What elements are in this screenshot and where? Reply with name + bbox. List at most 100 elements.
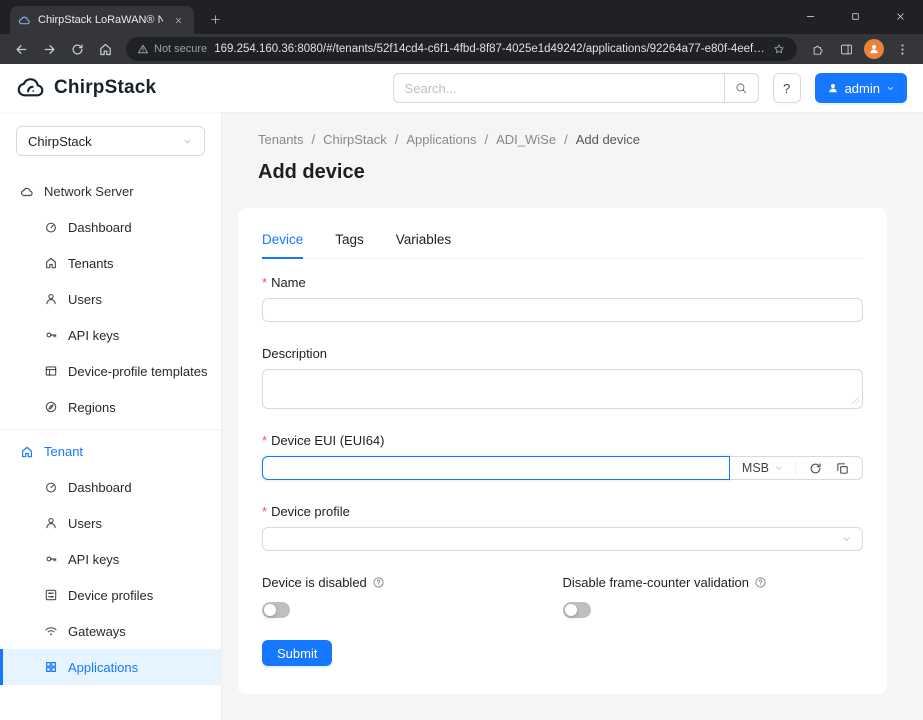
name-input[interactable]: [262, 298, 863, 322]
close-icon: [895, 11, 906, 22]
breadcrumb-chirpstack[interactable]: ChirpStack: [323, 132, 398, 147]
sidebar-item-tenants[interactable]: Tenants: [0, 245, 221, 281]
user-icon: [44, 516, 58, 530]
minimize-button[interactable]: [788, 0, 833, 33]
sidebar-item-tenant-users[interactable]: Users: [0, 505, 221, 541]
tab-tags[interactable]: Tags: [335, 224, 364, 258]
menu-group-network-server[interactable]: Network Server: [0, 174, 221, 209]
template-icon: [44, 364, 58, 378]
submit-button[interactable]: Submit: [262, 640, 332, 666]
dots-vertical-icon: [895, 42, 910, 57]
dashboard-icon: [44, 220, 58, 234]
maximize-button[interactable]: [833, 0, 878, 33]
dev-eui-group: MSB: [262, 456, 863, 480]
admin-menu-button[interactable]: admin: [815, 73, 907, 103]
side-panel-button[interactable]: [833, 36, 859, 62]
new-tab-button[interactable]: [202, 6, 228, 32]
breadcrumb: Tenants ChirpStack Applications ADI_WiSe…: [258, 132, 867, 147]
sidebar-item-ns-dashboard[interactable]: Dashboard: [0, 209, 221, 245]
app-header: ChirpStack ? admin: [0, 64, 923, 112]
question-circle-icon[interactable]: [754, 576, 767, 589]
bookmark-star-button[interactable]: [772, 42, 786, 56]
required-marker: *: [262, 504, 267, 519]
tab-device[interactable]: Device: [262, 224, 303, 258]
profile-avatar[interactable]: [864, 39, 884, 59]
resize-grip-icon[interactable]: [851, 396, 860, 405]
description-label-text: Description: [262, 346, 327, 361]
back-button[interactable]: [8, 36, 34, 62]
add-device-card: Device Tags Variables * Name Des: [238, 208, 887, 694]
chevron-down-icon: [182, 136, 193, 147]
home-icon: [20, 445, 34, 459]
name-field: * Name: [262, 275, 863, 322]
search-icon: [734, 81, 748, 95]
tab-close-button[interactable]: [170, 12, 186, 28]
breadcrumb-adi-wise[interactable]: ADI_WiSe: [496, 132, 568, 147]
key-icon: [44, 552, 58, 566]
breadcrumb-tenants[interactable]: Tenants: [258, 132, 315, 147]
chirpstack-logo[interactable]: ChirpStack: [16, 73, 156, 103]
tab-variables[interactable]: Variables: [396, 224, 451, 258]
sidebar-item-device-profile-templates[interactable]: Device-profile templates: [0, 353, 221, 389]
warning-icon: [137, 43, 149, 55]
help-button[interactable]: ?: [773, 73, 801, 103]
menu-group-tenant[interactable]: Tenant: [0, 434, 221, 469]
dev-eui-label: * Device EUI (EUI64): [262, 433, 863, 448]
search-button[interactable]: [725, 73, 759, 103]
browser-tab[interactable]: ChirpStack LoRaWAN® Netwo: [10, 6, 194, 34]
sidebar-item-tenant-dashboard[interactable]: Dashboard: [0, 469, 221, 505]
close-window-button[interactable]: [878, 0, 923, 33]
switches-row: Device is disabled Disable frame-counter…: [262, 575, 863, 618]
control-icon: [44, 588, 58, 602]
msb-value: MSB: [742, 461, 769, 475]
key-icon: [44, 328, 58, 342]
browser-home-button[interactable]: [92, 36, 118, 62]
toggle-knob: [565, 604, 577, 616]
device-disabled-label-text: Device is disabled: [262, 575, 367, 590]
menu-divider: [0, 429, 221, 430]
sidebar: ChirpStack Network Server Dashboard Tena…: [0, 112, 222, 720]
sidebar-item-applications[interactable]: Applications: [0, 649, 221, 685]
sidebar-item-ns-api-keys[interactable]: API keys: [0, 317, 221, 353]
device-profile-select[interactable]: [262, 527, 863, 551]
dashboard-icon: [44, 480, 58, 494]
sidebar-item-device-profiles[interactable]: Device profiles: [0, 577, 221, 613]
sidebar-item-label: API keys: [68, 328, 119, 343]
sidebar-item-label: Regions: [68, 400, 116, 415]
menu-group-label: Tenant: [44, 444, 83, 459]
description-textarea[interactable]: [262, 369, 863, 409]
extensions-button[interactable]: [805, 36, 831, 62]
sidebar-item-label: Users: [68, 516, 102, 531]
home-icon: [98, 42, 113, 57]
forward-button[interactable]: [36, 36, 62, 62]
dev-eui-label-text: Device EUI (EUI64): [271, 433, 384, 448]
sidebar-item-gateways[interactable]: Gateways: [0, 613, 221, 649]
msb-select[interactable]: MSB: [742, 461, 796, 475]
sidebar-item-label: Dashboard: [68, 220, 132, 235]
sidebar-item-regions[interactable]: Regions: [0, 389, 221, 425]
copy-eui-button[interactable]: [835, 461, 850, 476]
device-disabled-toggle[interactable]: [262, 602, 290, 618]
body: ChirpStack Network Server Dashboard Tena…: [0, 112, 923, 720]
url-bar[interactable]: Not secure 169.254.160.36:8080/#/tenants…: [126, 37, 797, 61]
device-profile-select-value[interactable]: [262, 527, 863, 551]
device-profile-field: * Device profile: [262, 504, 863, 551]
dev-eui-input[interactable]: [262, 456, 730, 480]
question-circle-icon[interactable]: [372, 576, 385, 589]
sidebar-item-tenant-api-keys[interactable]: API keys: [0, 541, 221, 577]
reload-button[interactable]: [64, 36, 90, 62]
browser-menu-button[interactable]: [889, 36, 915, 62]
tenant-select[interactable]: ChirpStack: [16, 126, 205, 156]
chevron-down-icon: [774, 463, 784, 473]
description-label: Description: [262, 346, 863, 361]
generate-random-eui-button[interactable]: [808, 461, 823, 476]
device-disabled-col: Device is disabled: [262, 575, 563, 618]
not-secure-badge[interactable]: Not secure: [137, 43, 207, 55]
search-input[interactable]: [393, 73, 725, 103]
frame-counter-toggle[interactable]: [563, 602, 591, 618]
sidebar-item-label: Gateways: [68, 624, 126, 639]
grip-lines-icon: [851, 396, 860, 405]
breadcrumb-applications[interactable]: Applications: [406, 132, 488, 147]
user-icon: [44, 292, 58, 306]
sidebar-item-ns-users[interactable]: Users: [0, 281, 221, 317]
